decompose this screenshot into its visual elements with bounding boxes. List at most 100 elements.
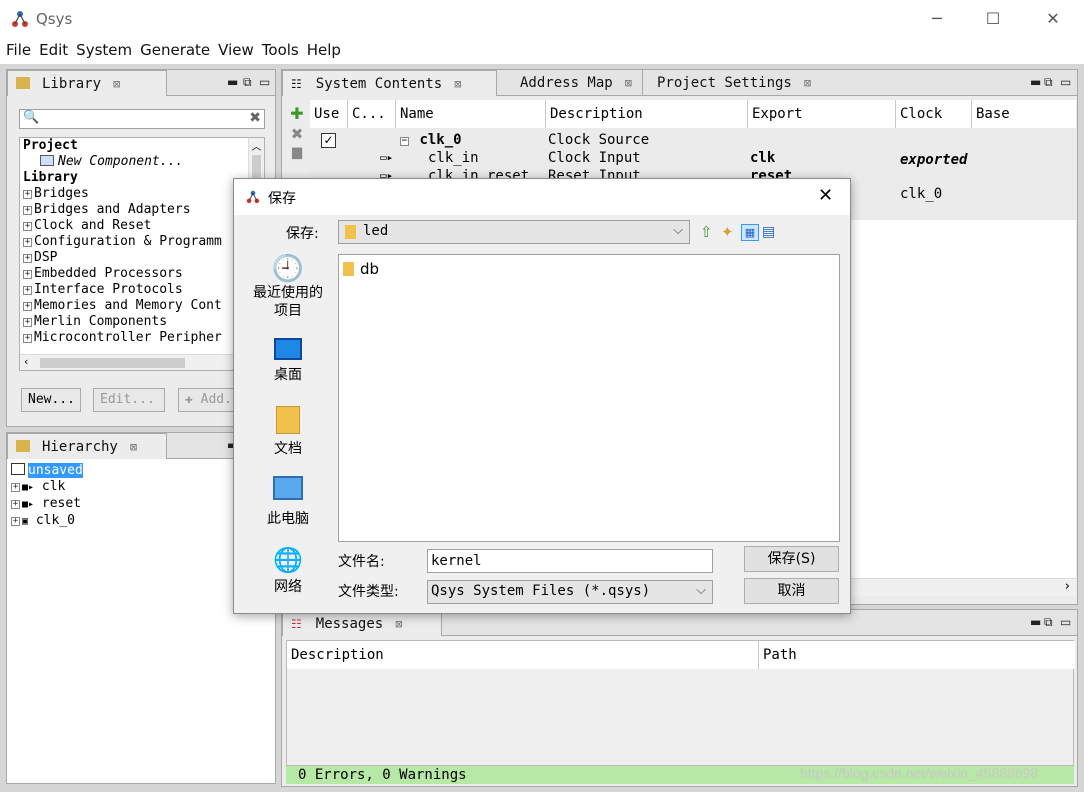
panel-maximize-icon[interactable]: ▭ <box>1060 75 1071 89</box>
column-header-name[interactable]: Name <box>396 100 546 128</box>
column-header-description[interactable]: Description <box>546 100 748 128</box>
maximize-button[interactable]: ☐ <box>970 6 1016 32</box>
expand-icon[interactable]: + <box>23 238 32 247</box>
new-button[interactable]: New... <box>21 388 81 412</box>
column-header-description[interactable]: Description <box>287 641 759 669</box>
tab-address-map[interactable]: Address Map ⊠ <box>512 70 638 96</box>
close-button[interactable]: ✕ <box>1030 6 1076 32</box>
new-component-item[interactable]: New Component... <box>20 154 264 170</box>
column-header-use[interactable]: Use <box>310 100 348 128</box>
list-view-icon[interactable]: ▦ <box>741 224 759 241</box>
table-row[interactable]: − clk_0 <box>400 131 462 149</box>
edit-button[interactable]: Edit... <box>93 388 165 412</box>
library-item[interactable]: + Configuration & Programm <box>20 234 264 250</box>
column-header-base[interactable]: Base <box>972 100 1076 128</box>
expand-icon[interactable]: + <box>23 302 32 311</box>
column-header-clock[interactable]: Clock <box>896 100 972 128</box>
expand-icon[interactable]: + <box>23 286 32 295</box>
collapse-icon[interactable]: − <box>400 137 409 146</box>
library-item[interactable]: + Memories and Memory Cont <box>20 298 264 314</box>
place-desktop[interactable]: 桌面 <box>242 338 334 384</box>
close-tab-icon[interactable]: ⊠ <box>804 76 811 90</box>
menu-generate[interactable]: Generate <box>136 39 214 61</box>
dialog-close-icon[interactable]: ✕ <box>818 185 833 206</box>
column-header-connections[interactable]: C... <box>348 100 396 128</box>
library-search-input[interactable]: 🔍 ✖ <box>19 109 265 129</box>
expand-icon[interactable]: + <box>11 500 20 509</box>
scroll-left-icon[interactable]: ‹ <box>24 355 28 368</box>
library-hscrollbar[interactable]: ‹ › <box>20 354 264 370</box>
place-network[interactable]: 🌐 网络 <box>242 546 334 596</box>
panel-minimize-icon[interactable]: ▬ <box>1030 615 1041 629</box>
expand-icon[interactable]: + <box>23 334 32 343</box>
close-tab-icon[interactable]: ⊠ <box>454 77 461 91</box>
expand-icon[interactable]: + <box>11 517 20 526</box>
save-in-dropdown[interactable]: led ⌵ <box>338 220 690 244</box>
menu-view[interactable]: View <box>214 39 258 61</box>
close-tab-icon[interactable]: ⊠ <box>625 76 632 90</box>
use-checkbox[interactable]: ✓ <box>321 133 336 148</box>
save-dialog: 保存 ✕ 保存: led ⌵ ⇧ ✦ ▦ ▤ 🕘 最近使用的 项目 桌面 文档 … <box>233 178 851 614</box>
close-tab-icon[interactable]: ⊠ <box>395 617 402 631</box>
panel-minimize-icon[interactable]: ▬ <box>1030 75 1041 89</box>
expand-icon[interactable]: + <box>23 222 32 231</box>
clear-search-icon[interactable]: ✖ <box>249 110 261 126</box>
column-header-export[interactable]: Export <box>748 100 896 128</box>
file-item[interactable]: db <box>343 260 379 278</box>
panel-detach-icon[interactable]: ⧉ <box>243 75 252 90</box>
panel-minimize-icon[interactable]: ▬ <box>227 75 238 89</box>
library-item[interactable]: + Bridges and Adapters <box>20 202 264 218</box>
panel-maximize-icon[interactable]: ▭ <box>1060 615 1071 629</box>
tab-library[interactable]: Library ⊠ <box>7 70 167 96</box>
close-tab-icon[interactable]: ⊠ <box>130 440 137 454</box>
remove-icon[interactable]: ✖ <box>286 125 308 143</box>
menu-help[interactable]: Help <box>303 39 345 61</box>
panel-maximize-icon[interactable]: ▭ <box>259 75 270 89</box>
scroll-right-icon[interactable]: › <box>1065 579 1070 594</box>
menu-file[interactable]: File <box>2 39 35 61</box>
tab-hierarchy[interactable]: Hierarchy ⊠ <box>7 433 167 459</box>
minimize-button[interactable]: ─ <box>914 6 960 32</box>
expand-icon[interactable]: + <box>11 483 20 492</box>
expand-icon[interactable]: + <box>23 190 32 199</box>
library-item[interactable]: + Microcontroller Peripher <box>20 330 264 346</box>
expand-icon[interactable]: + <box>23 318 32 327</box>
panel-detach-icon[interactable]: ⧉ <box>1044 615 1053 630</box>
menu-edit[interactable]: Edit <box>35 39 72 61</box>
library-item[interactable]: + DSP <box>20 250 264 266</box>
filename-input[interactable] <box>427 549 713 573</box>
menu-system[interactable]: System <box>72 39 136 61</box>
filetype-dropdown[interactable]: Qsys System Files (*.qsys) ⌵ <box>427 580 713 604</box>
comment-icon[interactable]: ▆ <box>286 145 308 160</box>
tab-system-contents[interactable]: ☷ System Contents ⊠ <box>282 70 497 96</box>
tab-project-settings[interactable]: Project Settings ⊠ <box>642 70 822 96</box>
library-item[interactable]: + Interface Protocols <box>20 282 264 298</box>
current-folder: led <box>363 223 389 239</box>
cancel-button[interactable]: 取消 <box>744 578 839 604</box>
desktop-icon <box>274 338 302 360</box>
column-header-path[interactable]: Path <box>759 641 1075 669</box>
library-item[interactable]: + Embedded Processors <box>20 266 264 282</box>
details-view-icon[interactable]: ▤ <box>762 224 775 240</box>
close-tab-icon[interactable]: ⊠ <box>113 77 120 91</box>
scroll-up-icon[interactable]: ︿ <box>249 138 264 153</box>
new-folder-icon[interactable]: ✦ <box>721 223 734 241</box>
place-recent[interactable]: 🕘 最近使用的 项目 <box>242 254 334 320</box>
place-documents[interactable]: 文档 <box>242 406 334 458</box>
row-export[interactable]: clk <box>750 149 775 167</box>
menu-tools[interactable]: Tools <box>258 39 303 61</box>
hscroll-thumb[interactable] <box>40 358 185 368</box>
up-folder-icon[interactable]: ⇧ <box>700 223 713 241</box>
add-icon[interactable]: ✚ <box>286 104 308 123</box>
chevron-down-icon[interactable]: ⌵ <box>696 583 706 598</box>
expand-icon[interactable]: + <box>23 206 32 215</box>
chevron-down-icon[interactable]: ⌵ <box>673 223 683 238</box>
save-button[interactable]: 保存(S) <box>744 546 839 572</box>
library-item[interactable]: + Clock and Reset <box>20 218 264 234</box>
place-this-pc[interactable]: 此电脑 <box>242 476 334 528</box>
expand-icon[interactable]: + <box>23 254 32 263</box>
panel-detach-icon[interactable]: ⧉ <box>1044 75 1053 90</box>
expand-icon[interactable]: + <box>23 270 32 279</box>
library-item[interactable]: + Merlin Components <box>20 314 264 330</box>
library-item[interactable]: + Bridges <box>20 186 264 202</box>
